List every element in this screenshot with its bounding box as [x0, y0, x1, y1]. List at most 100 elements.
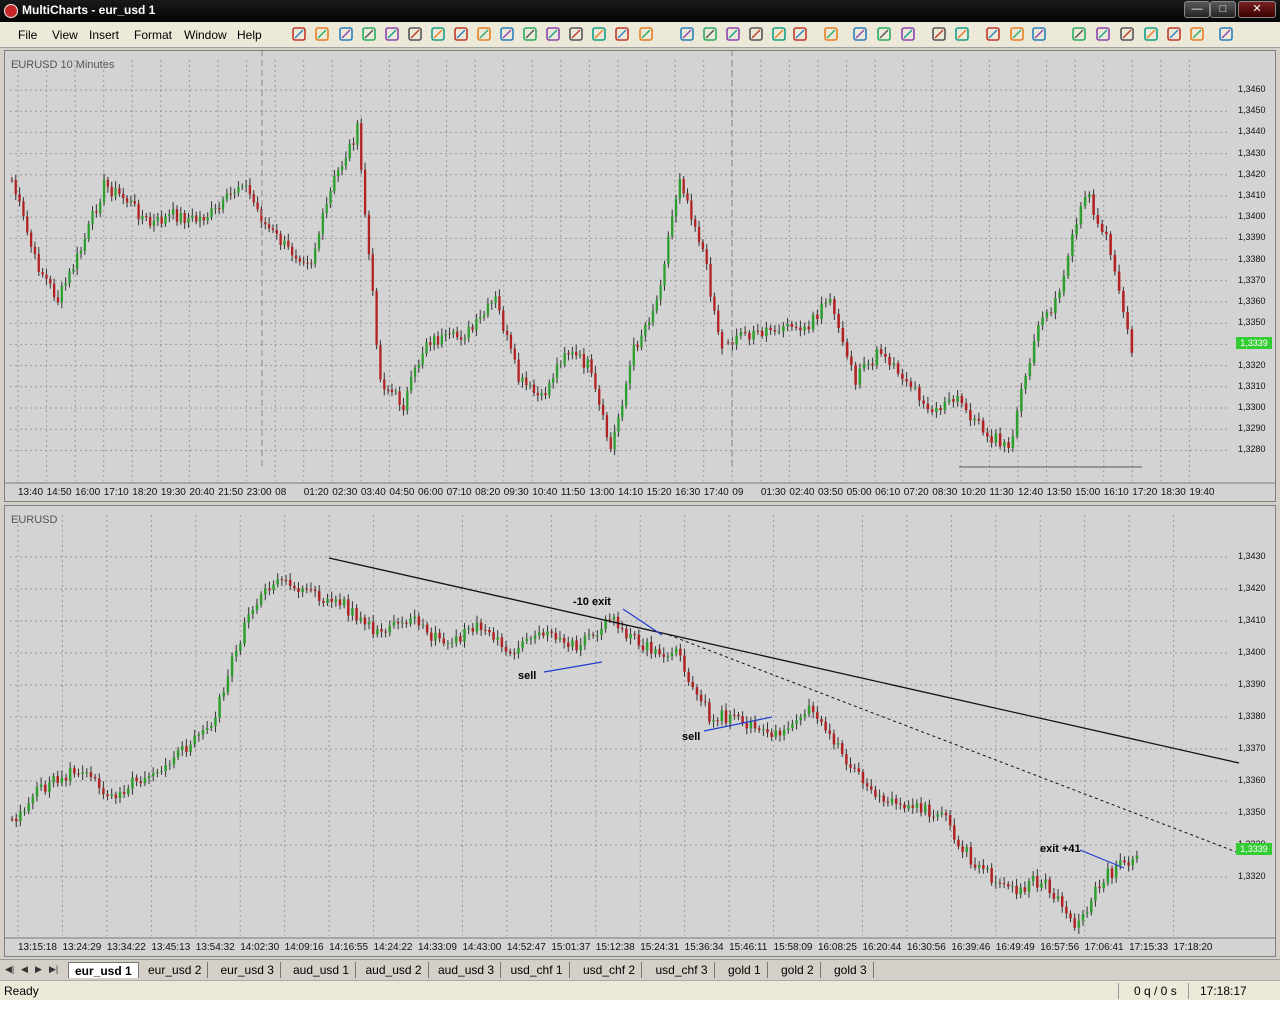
toolbar-tool-17-icon[interactable] [678, 25, 696, 43]
time-axis-label: 13:45:13 [151, 942, 191, 953]
toolbar-tool-23-icon[interactable] [822, 25, 840, 43]
menu-help[interactable]: Help [237, 28, 262, 42]
candle-body [1075, 224, 1078, 235]
price-chart-top[interactable] [4, 50, 1276, 502]
candle-body [171, 209, 175, 215]
price-axis-label: 1,3380 [1238, 711, 1266, 721]
tab-usd_chf-3[interactable]: usd_chf 3 [650, 962, 715, 978]
toolbar-tool-13-icon[interactable] [567, 25, 585, 43]
candle-body [83, 238, 87, 251]
toolbar-tool-20-icon[interactable] [747, 25, 765, 43]
candle-body [37, 254, 40, 272]
candle-body [605, 415, 609, 438]
toolbar-tool-10-icon[interactable] [498, 25, 516, 43]
toolbar-tool-37-icon[interactable] [1188, 25, 1206, 43]
toolbar-tool-1-icon[interactable] [290, 25, 308, 43]
tab-eur_usd-1[interactable]: eur_usd 1 [68, 962, 139, 978]
candle-body [230, 656, 234, 677]
toolbar-tool-26-icon[interactable] [899, 25, 917, 43]
tab-aud_usd-3[interactable]: aud_usd 3 [432, 962, 502, 978]
minimize-button[interactable]: — [1184, 1, 1210, 18]
candle-body [243, 622, 246, 644]
toolbar-tool-12-icon[interactable] [544, 25, 562, 43]
toolbar-tool-22-icon[interactable] [791, 25, 809, 43]
candle-body [183, 213, 186, 223]
toolbar-tool-25-icon[interactable] [875, 25, 893, 43]
tab-gold-2[interactable]: gold 2 [775, 962, 821, 978]
tab-eur_usd-2[interactable]: eur_usd 2 [142, 962, 209, 978]
tab-aud_usd-1[interactable]: aud_usd 1 [287, 962, 357, 978]
tab-last-icon[interactable]: ▶| [49, 964, 58, 975]
candle-body [905, 379, 908, 382]
toolbar-tool-16-icon[interactable] [637, 25, 655, 43]
menu-window[interactable]: Window [184, 28, 227, 42]
menu-insert[interactable]: Insert [89, 28, 119, 42]
toolbar-tool-18-icon[interactable] [701, 25, 719, 43]
candle-body [490, 302, 493, 304]
tab-usd_chf-2[interactable]: usd_chf 2 [577, 962, 643, 978]
toolbar-tool-30-icon[interactable] [1008, 25, 1026, 43]
menu-view[interactable]: View [52, 28, 78, 42]
candle-body [554, 632, 558, 640]
candle-body [156, 216, 159, 221]
toolbar-tool-35-icon[interactable] [1142, 25, 1160, 43]
toolbar-tool-4-icon[interactable] [360, 25, 378, 43]
tab-gold-3[interactable]: gold 3 [828, 962, 874, 978]
candle-body [392, 621, 396, 626]
toolbar-tool-21-icon[interactable] [770, 25, 788, 43]
candle-body [406, 390, 409, 411]
toolbar-tool-19-icon[interactable] [724, 25, 742, 43]
tab-aud_usd-2[interactable]: aud_usd 2 [360, 962, 429, 978]
maximize-button[interactable]: □ [1210, 1, 1236, 18]
candle-body [214, 207, 217, 209]
candle-body [326, 598, 329, 603]
toolbar-tool-8-icon[interactable] [452, 25, 470, 43]
toolbar-tool-27-icon[interactable] [930, 25, 948, 43]
toolbar-tool-3-icon[interactable] [337, 25, 355, 43]
toolbar-tool-6-icon[interactable] [406, 25, 424, 43]
candle-body [91, 211, 94, 224]
toolbar-tool-11-icon[interactable] [521, 25, 539, 43]
candle-body [1023, 887, 1027, 892]
toolbar-tool-2-icon[interactable] [313, 25, 331, 43]
time-axis-label: 17:15:33 [1129, 942, 1169, 953]
toolbar-tool-33-icon[interactable] [1094, 25, 1112, 43]
candle-body [367, 214, 371, 255]
toolbar-tool-7-icon[interactable] [429, 25, 447, 43]
toolbar-tool-38-icon[interactable] [1217, 25, 1235, 43]
candle-body [546, 631, 549, 636]
price-chart-bottom[interactable] [4, 505, 1276, 957]
candle-body [654, 649, 657, 654]
close-button[interactable]: ✕ [1238, 1, 1276, 18]
candle-body [697, 226, 701, 243]
time-axis-label: 14:10 [618, 487, 644, 498]
menu-file[interactable]: File [18, 28, 37, 42]
menu-format[interactable]: Format [134, 28, 172, 42]
candle-body [122, 193, 125, 199]
tab-first-icon[interactable]: ◀| [5, 964, 14, 975]
time-axis-label: 18:20 [132, 487, 158, 498]
candle-body [567, 642, 570, 647]
tab-prev-icon[interactable]: ◀ [21, 964, 28, 975]
tab-usd_chf-1[interactable]: usd_chf 1 [505, 962, 570, 978]
toolbar-tool-29-icon[interactable] [984, 25, 1002, 43]
toolbar-tool-32-icon[interactable] [1070, 25, 1088, 43]
candle-body [23, 811, 26, 813]
toolbar-tool-9-icon[interactable] [475, 25, 493, 43]
toolbar-tool-31-icon[interactable] [1030, 25, 1048, 43]
toolbar-tool-36-icon[interactable] [1165, 25, 1183, 43]
candle-body [41, 271, 44, 275]
candle-body [667, 236, 670, 264]
candle-body [658, 649, 661, 655]
toolbar-tool-34-icon[interactable] [1118, 25, 1136, 43]
candle-body [471, 326, 474, 330]
tab-gold-1[interactable]: gold 1 [722, 962, 768, 978]
tab-next-icon[interactable]: ▶ [35, 964, 42, 975]
toolbar-tool-14-icon[interactable] [590, 25, 608, 43]
toolbar-tool-28-icon[interactable] [953, 25, 971, 43]
toolbar-tool-15-icon[interactable] [613, 25, 631, 43]
toolbar-tool-5-icon[interactable] [383, 25, 401, 43]
candle-body [226, 676, 230, 693]
toolbar-tool-24-icon[interactable] [851, 25, 869, 43]
tab-eur_usd-3[interactable]: eur_usd 3 [215, 962, 281, 978]
